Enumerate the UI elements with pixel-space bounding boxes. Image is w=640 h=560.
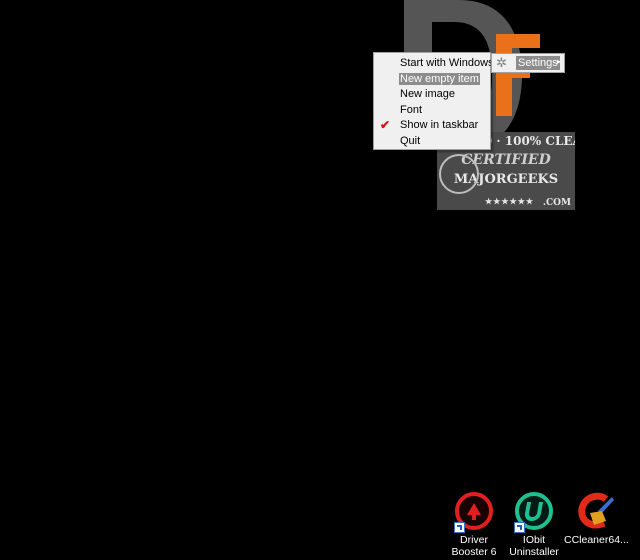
- menu-item-show-in-taskbar[interactable]: ✔ Show in taskbar: [374, 118, 490, 134]
- menu-item-label: New image: [400, 88, 456, 101]
- desktop-icon-iobit-uninstaller[interactable]: IObit Uninstaller: [504, 491, 564, 558]
- menu-item-label: Font: [400, 103, 423, 116]
- checkmark-icon: ✔: [380, 118, 391, 133]
- shortcut-arrow-icon: [454, 522, 465, 533]
- submenu-arrow-icon: ▸: [556, 57, 561, 66]
- menu-item-label: Start with Windows: [400, 57, 494, 69]
- iobit-uninstaller-icon: [514, 491, 554, 533]
- settings-label[interactable]: Settings: [516, 56, 560, 70]
- menu-item-start-with-windows[interactable]: Start with Windows: [374, 56, 494, 72]
- menu-item-new-image[interactable]: New image: [374, 87, 490, 103]
- desktop-icon-label: CCleaner64...: [564, 534, 629, 546]
- desktop-icon-driver-booster[interactable]: Driver Booster 6: [444, 491, 504, 558]
- shortcut-arrow-icon: [514, 522, 525, 533]
- driver-booster-icon: [454, 491, 494, 533]
- menu-item-label: Show in taskbar: [400, 119, 479, 132]
- desktop-icon-label: Driver Booster 6: [451, 534, 497, 558]
- stamp-badge-icon: [439, 154, 479, 194]
- desktop-icon-ccleaner[interactable]: CCleaner64...: [564, 491, 629, 546]
- stamp-stars: ★★★★★★: [485, 196, 535, 206]
- menu-item-font[interactable]: Font: [374, 103, 490, 119]
- menu-item-new-empty-item[interactable]: New empty item: [374, 72, 490, 88]
- gear-icon: ✲: [496, 55, 507, 70]
- menu-item-label: New empty item: [399, 72, 480, 85]
- stamp-line-com: .COM: [542, 198, 571, 208]
- desktop-icon-label: IObit Uninstaller: [509, 534, 559, 558]
- menu-item-quit[interactable]: Quit: [374, 134, 490, 150]
- context-menu: Start with Windows New empty item New im…: [373, 52, 494, 150]
- ccleaner-icon: [576, 491, 616, 531]
- menu-item-label: Quit: [400, 134, 421, 147]
- desktop: TESTED · 100% CLEAN CERTIFIED MAJORGEEKS…: [0, 0, 640, 560]
- settings-submenu[interactable]: ✲ Settings ▸: [491, 53, 565, 73]
